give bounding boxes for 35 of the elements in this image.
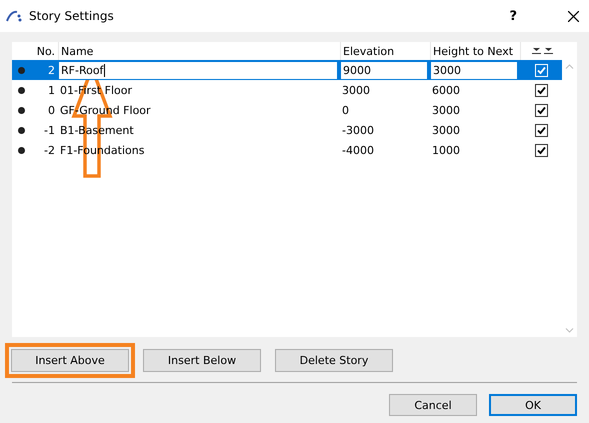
height-field[interactable]: 3000 [430,60,518,80]
elevation-cell-text: 0 [341,104,350,116]
ok-button[interactable]: OK [489,394,577,416]
story-number: -2 [43,144,56,156]
height-cell-text: 3000 [431,124,461,136]
elevation-field[interactable]: 9000 [340,60,428,80]
action-button[interactable]: Insert Below [143,349,261,372]
height-cell-text: 3000 [431,104,461,116]
elevation-cell-text: -3000 [341,124,375,136]
bullet-icon [18,146,24,154]
app-logo-icon [6,10,22,22]
bullet-icon [18,66,24,74]
window-title: Story Settings [29,9,115,23]
elevation-cell-text: 3000 [341,84,371,96]
elevation-cell-text: -4000 [341,144,375,156]
height-cell-text: 1000 [431,144,461,156]
column-header[interactable]: No. [30,44,58,58]
action-button[interactable]: Insert Above [11,349,129,372]
story-number: 2 [47,64,56,76]
help-button[interactable]: ? [509,8,517,24]
checkbox[interactable] [534,144,548,156]
checkbox[interactable] [534,84,548,96]
bullet-icon [18,106,24,114]
checkbox[interactable] [534,124,548,136]
bullet-icon [18,126,24,134]
height-cell-text: 6000 [431,84,461,96]
checkbox[interactable] [534,104,548,116]
story-number: 1 [47,84,56,96]
close-icon[interactable] [568,10,579,22]
cancel-button[interactable]: Cancel [389,394,477,416]
story-number: 0 [47,104,56,116]
bullet-icon [18,86,24,94]
name-field[interactable]: RF-Roof [58,60,338,80]
action-button[interactable]: Delete Story [275,349,393,372]
story-number: -1 [43,124,56,136]
